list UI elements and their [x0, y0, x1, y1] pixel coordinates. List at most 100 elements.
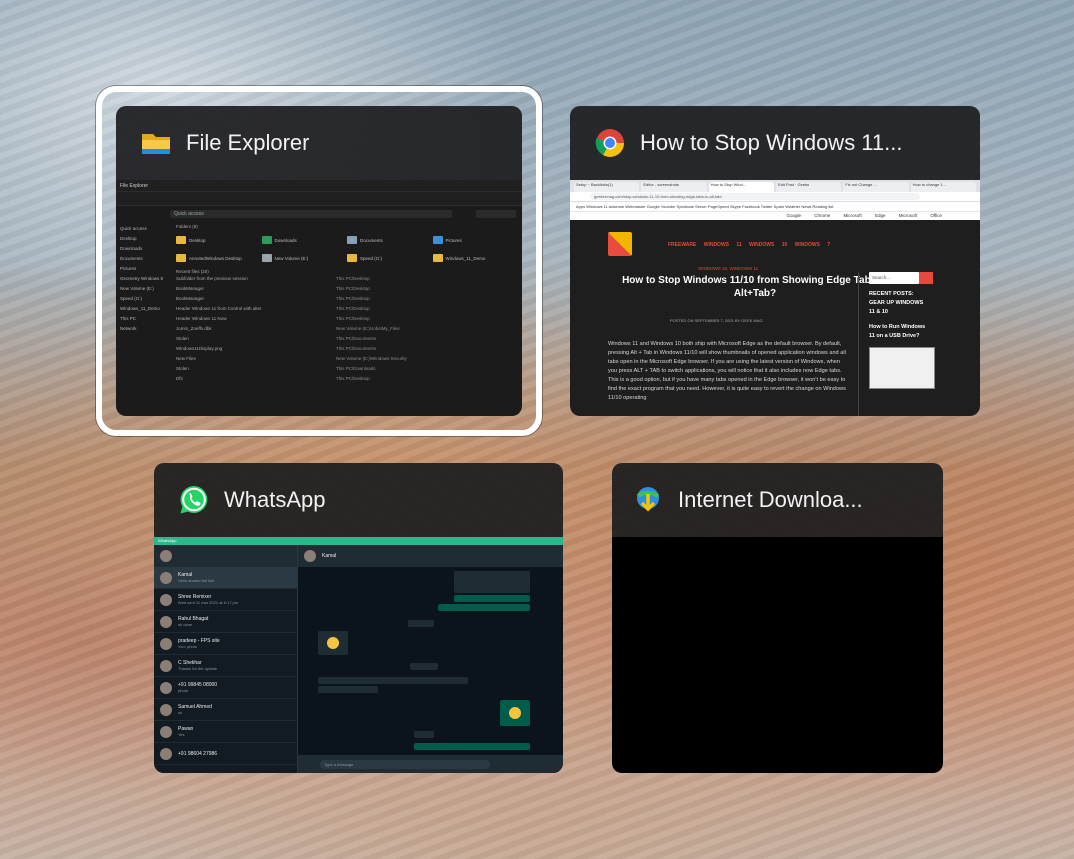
sidebar-item: Speed (G:) — [120, 296, 143, 301]
avatar — [160, 571, 172, 584]
message-bubble — [318, 677, 468, 684]
site-sidebar: Search... RECENT POSTS: GEAR UP WINDOWS … — [858, 272, 935, 416]
sidebar-post: How to Run Windows 11 on a USB Drive? — [869, 324, 926, 339]
window-tile-file-explorer[interactable]: File Explorer File Explorer Quick access… — [116, 106, 522, 416]
sidebar-heading: RECENT POSTS: GEAR UP WINDOWS 11 & 10 — [869, 291, 924, 315]
explorer-titlebar: File Explorer — [116, 180, 522, 192]
message-bubble — [438, 604, 530, 611]
site-logo — [608, 232, 632, 256]
sidebar-item: Windows_11_Demo — [120, 306, 160, 311]
chat-list: Kamal Hello shared the link Shree Remixer… — [154, 545, 298, 773]
avatar — [304, 550, 316, 562]
explorer-toolbar — [116, 192, 522, 206]
emoji-sticker — [509, 707, 521, 719]
explorer-search-box — [476, 210, 516, 218]
browser-omnibox: geekermag.com/stop-windows-11-10-from-sh… — [570, 192, 980, 202]
avatar — [160, 637, 172, 650]
message-bubble — [318, 686, 378, 693]
chat-item: Pawan Yes — [154, 721, 297, 743]
sidebar-item: New Volume (E:) — [120, 286, 154, 291]
chat-list-header — [154, 545, 297, 567]
site-top-strip: Google Chrome Microsoft Edge Microsoft O… — [570, 212, 980, 220]
folder-item: Downloads — [261, 233, 342, 247]
window-tile-chrome[interactable]: How to Stop Windows 11... Setup ~ Backli… — [570, 106, 980, 416]
sidebar-item: Geometry Windows 8 — [120, 276, 164, 281]
conversation-header: Kamal — [298, 545, 563, 567]
tile-header: How to Stop Windows 11... — [570, 106, 980, 180]
browser-tab: Setup ~ Backlinks(1) — [574, 182, 640, 192]
sidebar-item: This PC — [120, 316, 137, 321]
recent-file-row: BookManager This PC\Desktop — [176, 296, 370, 301]
folder-item: Desktop — [176, 233, 256, 247]
chat-item: C Shekhar Thanks for the update — [154, 655, 297, 677]
sidebar-item: Desktop — [120, 236, 137, 241]
chat-item: Shree Remixer Wed sent 11 mar 2021 at 6:1… — [154, 589, 297, 611]
whatsapp-icon — [178, 484, 210, 516]
sidebar-post-thumbnail — [869, 347, 935, 389]
recent-file-row: BookManager This PC\Desktop — [176, 286, 370, 291]
avatar — [160, 703, 172, 716]
browser-tab: Edit Post · Geeks — [775, 182, 842, 192]
folder-item: New Volume (E:) — [261, 251, 342, 265]
window-preview: File Explorer Quick access Quick access … — [116, 180, 522, 416]
folder-item: AnnotedWindows Desktop — [176, 251, 256, 265]
avatar — [160, 681, 172, 694]
sidebar-item: Documents — [120, 256, 143, 261]
recent-file-row: Header Windows 11 from Control with alte… — [176, 306, 370, 311]
message-bubble — [454, 595, 530, 602]
chat-item: +91 99845 08000 photo — [154, 677, 297, 699]
tile-header: WhatsApp — [154, 463, 563, 537]
window-tile-whatsapp[interactable]: WhatsApp WhatsApp Kamal Hello shared the … — [154, 463, 563, 773]
recent-file-row: Windows11Display.png This PC\Documents — [176, 346, 377, 351]
message-bubble — [408, 620, 434, 627]
folder-item: Speed (G:) — [347, 251, 427, 265]
avatar — [160, 747, 172, 760]
recent-file-row: Stolen This PC\Documents — [176, 336, 377, 341]
url-text: geekermag.com/stop-windows-11-10-from-sh… — [590, 193, 920, 200]
explorer-address-bar: Quick access — [170, 210, 452, 218]
site-search: Search... — [869, 272, 933, 284]
recent-file-row: New Files New Volume (E:)\Windows Securit… — [176, 356, 407, 361]
window-title: Internet Downloa... — [678, 487, 863, 512]
chat-item: +91 98604 27986 — [154, 743, 297, 765]
conversation-pane: Kamal Type a message — [298, 545, 563, 773]
message-input: Type a message — [320, 759, 490, 769]
avatar — [160, 593, 172, 606]
recent-file-row: Dfs This PC\Desktop — [176, 376, 370, 381]
tile-header: File Explorer — [116, 106, 522, 180]
site-nav: FREEWARE WINDOWS 11 WINDOWS 10 WINDOWS 7 — [668, 242, 831, 248]
window-preview: Setup ~ Backlinks(1) Editor - screenshot… — [570, 180, 980, 416]
recent-file-row: Jomm_Zoeffs.dbk New Volume (E:)\Jobs\My_F… — [176, 326, 400, 331]
browser-tab: How to change 1... — [910, 182, 976, 192]
window-tile-idm[interactable]: Internet Downloa... — [612, 463, 943, 773]
recent-file-row: Subfolder from the previous session This … — [176, 276, 370, 281]
browser-tab-active: How to Stop Wind... — [708, 182, 774, 192]
window-title: How to Stop Windows 11... — [640, 130, 903, 155]
chat-item: Samuel Ahmed ok — [154, 699, 297, 721]
article-meta: POSTED ON SEPTEMBER 7, 2021 BY GEEK MAG — [670, 318, 763, 323]
message-bubble — [414, 743, 530, 750]
folder-item: Windows_11_Demo — [432, 251, 513, 265]
message-input-bar: Type a message — [298, 755, 563, 773]
chat-item: pradeep - FPS site You: photo — [154, 633, 297, 655]
recent-file-row: Stolen This PC\Downloads — [176, 366, 376, 371]
chat-item: Rahul Bhagat ok done — [154, 611, 297, 633]
whatsapp-topbar: WhatsApp — [154, 537, 563, 545]
address-text: Quick access — [174, 211, 204, 217]
browser-tab: Editor - screenshots — [641, 182, 707, 192]
folder-icon — [140, 127, 172, 159]
folders-heading: Folders (8) — [176, 224, 198, 229]
browser-tabs: Setup ~ Backlinks(1) Editor - screenshot… — [570, 180, 980, 192]
sidebar-item: Quick access — [120, 226, 147, 231]
explorer-sidebar: Quick access Desktop Downloads Documents… — [120, 224, 170, 416]
bookmarks-bar: Apps Windows 11 Adsense Webmaster Google… — [570, 202, 980, 212]
window-title: File Explorer — [186, 130, 310, 155]
article-title: How to Stop Windows 11/10 from Showing E… — [622, 275, 888, 299]
idm-icon — [632, 484, 664, 516]
folders-grid: Desktop Downloads Documents Pictures Ann… — [176, 233, 512, 265]
search-icon — [919, 272, 933, 284]
web-page: Google Chrome Microsoft Edge Microsoft O… — [570, 212, 980, 416]
search-placeholder: Search... — [872, 275, 891, 280]
avatar — [160, 550, 172, 562]
message-bubble — [454, 571, 530, 593]
